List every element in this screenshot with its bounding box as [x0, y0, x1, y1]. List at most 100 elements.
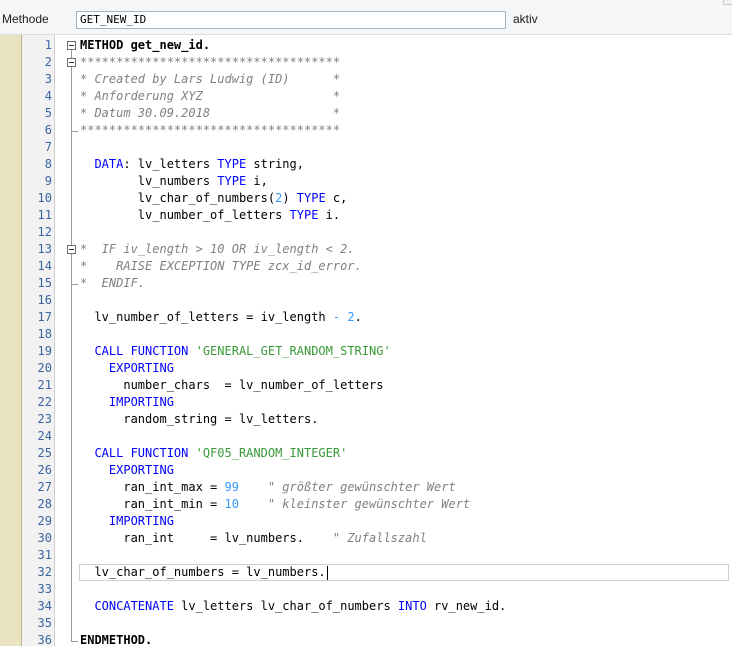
line-number: 30: [37, 531, 52, 545]
code-line[interactable]: 35: [38, 615, 732, 632]
code-line[interactable]: 22 IMPORTING: [38, 394, 732, 411]
code-line[interactable]: 7: [45, 139, 732, 156]
code-text: IMPORTING: [108, 514, 174, 528]
line-number: 26: [37, 463, 52, 477]
code-text: random_string = lv_letters.: [80, 412, 319, 426]
code-line[interactable]: 19 CALL FUNCTION 'GENERAL_GET_RANDOM_STR…: [38, 343, 732, 360]
code-line[interactable]: 3 * Created by Lars Ludwig (ID) *: [45, 71, 732, 88]
code-line[interactable]: 9 lv_numbers TYPE i,: [45, 173, 732, 190]
code-text: ************************************: [80, 55, 341, 69]
code-text: CALL FUNCTION 'GENERAL_GET_RANDOM_STRING…: [94, 344, 391, 358]
code-line[interactable]: 33: [38, 581, 732, 598]
code-line[interactable]: 30 ran_int = lv_numbers. " Zufallszahl: [38, 530, 732, 547]
code-line[interactable]: 13 * IF iv_length > 10 OR iv_length < 2.: [38, 241, 732, 258]
fold-end-marker: [71, 275, 78, 285]
line-number: 29: [37, 514, 52, 528]
code-text: lv_number_of_letters = iv_length - 2.: [80, 310, 362, 324]
line-number: 22: [37, 395, 52, 409]
code-line[interactable]: 17 lv_number_of_letters = iv_length - 2.: [38, 309, 732, 326]
breakpoint-gutter[interactable]: [0, 35, 22, 646]
code-text: lv_number_of_letters TYPE i.: [80, 208, 341, 222]
code-line[interactable]: 31: [38, 547, 732, 564]
code-text: EXPORTING: [108, 361, 174, 375]
code-text: lv_char_of_numbers(2) TYPE c,: [80, 191, 348, 205]
code-text: DATA: lv_letters TYPE string,: [94, 157, 304, 171]
fold-toggle-icon[interactable]: [67, 41, 76, 50]
line-number: 10: [37, 191, 52, 205]
code-line[interactable]: 27 ran_int_max = 99 " größter gewünschte…: [38, 479, 732, 496]
line-number: 23: [37, 412, 52, 426]
code-text: lv_numbers TYPE i,: [80, 174, 268, 188]
line-number: 8: [44, 157, 52, 171]
line-number: 14: [37, 259, 52, 273]
method-name-field[interactable]: GET_NEW_ID: [76, 11, 506, 29]
line-number: 16: [37, 293, 52, 307]
code-line[interactable]: 24: [38, 428, 732, 445]
code-line[interactable]: 15 * ENDIF.: [38, 275, 732, 292]
code-text: ran_int = lv_numbers. " Zufallszahl: [80, 531, 427, 545]
code-line[interactable]: 20 EXPORTING: [38, 360, 732, 377]
code-line[interactable]: 36 ENDMETHOD.: [38, 632, 732, 649]
line-number: 21: [37, 378, 52, 392]
code-text: METHOD get_new_id.: [80, 38, 211, 52]
line-number: 27: [37, 480, 52, 494]
line-number: 7: [44, 140, 52, 154]
line-number: 17: [37, 310, 52, 324]
code-line[interactable]: 12: [38, 224, 732, 241]
text-cursor: [326, 565, 328, 580]
code-line[interactable]: 28 ran_int_min = 10 " kleinster gewünsch…: [38, 496, 732, 513]
method-header: Methode GET_NEW_ID aktiv: [0, 0, 732, 35]
code-text: ran_int_min = 10 " kleinster gewünschter…: [80, 497, 471, 511]
code-text: * IF iv_length > 10 OR iv_length < 2.: [80, 242, 355, 256]
line-number: 3: [44, 72, 52, 86]
code-line[interactable]: 5 * Datum 30.09.2018 *: [45, 105, 732, 122]
code-line[interactable]: 16: [38, 292, 732, 309]
line-number: 6: [44, 123, 52, 137]
code-text: * Created by Lars Ludwig (ID) *: [80, 72, 341, 86]
line-number: 9: [44, 174, 52, 188]
fold-toggle-icon[interactable]: [67, 245, 76, 254]
fold-line: [71, 254, 72, 275]
code-text: ************************************: [80, 123, 341, 137]
scroll-arrow-icon[interactable]: [723, 0, 732, 5]
code-text: IMPORTING: [108, 395, 174, 409]
line-number: 18: [37, 327, 52, 341]
code-line[interactable]: 23 random_string = lv_letters.: [38, 411, 732, 428]
code-line[interactable]: 11 lv_number_of_letters TYPE i.: [38, 207, 732, 224]
code-line[interactable]: 10 lv_char_of_numbers(2) TYPE c,: [38, 190, 732, 207]
fold-toggle-icon[interactable]: [67, 58, 76, 67]
line-number: 20: [37, 361, 52, 375]
code-line[interactable]: 32 lv_char_of_numbers = lv_numbers.: [38, 564, 732, 581]
fold-end-marker: [71, 632, 78, 642]
code-text: * RAISE EXCEPTION TYPE zcx_id_error.: [80, 259, 362, 273]
line-number: 2: [44, 55, 52, 69]
line-number: 33: [37, 582, 52, 596]
code-text: EXPORTING: [108, 463, 174, 477]
code-editor[interactable]: 1 METHOD get_new_id. 2 ********************…: [38, 35, 732, 649]
method-label: Methode: [2, 12, 49, 26]
line-number: 4: [44, 89, 52, 103]
line-number: 1: [44, 38, 52, 52]
line-number: 34: [37, 599, 52, 613]
fold-end-marker: [71, 122, 78, 132]
line-number: 15: [37, 276, 52, 290]
code-line[interactable]: 6 ************************************: [45, 122, 732, 139]
code-line[interactable]: 25 CALL FUNCTION 'QF05_RANDOM_INTEGER': [38, 445, 732, 462]
code-line[interactable]: 8 DATA: lv_letters TYPE string,: [45, 156, 732, 173]
code-text: CALL FUNCTION 'QF05_RANDOM_INTEGER': [94, 446, 348, 460]
code-line[interactable]: 4 * Anforderung XYZ *: [45, 88, 732, 105]
line-number: 35: [37, 616, 52, 630]
line-number: 24: [37, 429, 52, 443]
code-line[interactable]: 14 * RAISE EXCEPTION TYPE zcx_id_error.: [38, 258, 732, 275]
code-line[interactable]: 29 IMPORTING: [38, 513, 732, 530]
code-text: * ENDIF.: [80, 276, 146, 290]
fold-line: [71, 67, 72, 122]
code-line[interactable]: 21 number_chars = lv_number_of_letters: [38, 377, 732, 394]
code-line[interactable]: 34 CONCATENATE lv_letters lv_char_of_num…: [38, 598, 732, 615]
code-line[interactable]: 2 ************************************: [45, 54, 732, 71]
code-line[interactable]: 18: [38, 326, 732, 343]
code-text: lv_char_of_numbers = lv_numbers.: [80, 565, 328, 580]
code-line[interactable]: 1 METHOD get_new_id.: [45, 37, 732, 54]
code-line[interactable]: 26 EXPORTING: [38, 462, 732, 479]
fold-line: [71, 50, 72, 632]
